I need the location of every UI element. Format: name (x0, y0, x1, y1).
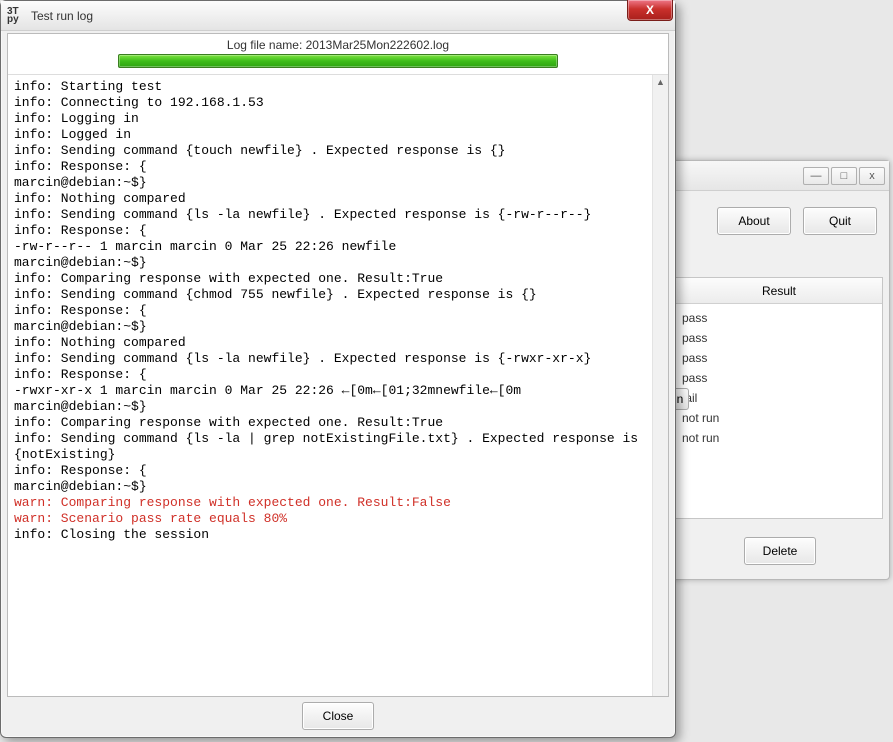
result-item[interactable]: pass (682, 308, 876, 328)
result-pane: Result passpasspasspassfailnot runnot ru… (675, 277, 883, 519)
result-item[interactable]: not run (682, 428, 876, 448)
log-line: marcin@debian:~$} (14, 255, 646, 271)
progress-bar-wrap (8, 54, 668, 74)
close-button[interactable]: Close (302, 702, 374, 730)
dialog-close-button[interactable]: X (627, 0, 673, 21)
log-line: info: Response: { (14, 223, 646, 239)
log-line: marcin@debian:~$} (14, 479, 646, 495)
dialog-titlebar[interactable]: 3T py Test run log X (1, 1, 675, 31)
log-line: marcin@debian:~$} (14, 399, 646, 415)
progress-bar (118, 54, 558, 68)
close-icon: X (646, 3, 654, 17)
scroll-up-arrow-icon[interactable]: ▲ (653, 75, 668, 91)
log-line: warn: Comparing response with expected o… (14, 495, 646, 511)
app-icon: 3T py (7, 8, 25, 24)
delete-button[interactable]: Delete (744, 537, 816, 565)
log-scroll-area: info: Starting testinfo: Connecting to 1… (8, 74, 668, 696)
dialog-footer: Close (1, 701, 675, 731)
dialog-title: Test run log (31, 9, 93, 23)
log-line: info: Nothing compared (14, 335, 646, 351)
maximize-button[interactable]: □ (831, 167, 857, 185)
log-line: info: Nothing compared (14, 191, 646, 207)
log-line: -rwxr-xr-x 1 marcin marcin 0 Mar 25 22:2… (14, 383, 646, 399)
result-item[interactable]: pass (682, 328, 876, 348)
close-icon: x (869, 170, 875, 182)
log-line: info: Response: { (14, 463, 646, 479)
log-line: warn: Scenario pass rate equals 80% (14, 511, 646, 527)
log-line: info: Connecting to 192.168.1.53 (14, 95, 646, 111)
log-line: info: Sending command {chmod 755 newfile… (14, 287, 646, 303)
minimize-button[interactable]: — (803, 167, 829, 185)
log-line: info: Sending command {ls -la | grep not… (14, 431, 646, 463)
result-item[interactable]: pass (682, 368, 876, 388)
test-run-log-dialog: 3T py Test run log X Log file name: 2013… (0, 0, 676, 738)
background-delete-bar: Delete (671, 537, 889, 565)
log-line: info: Logging in (14, 111, 646, 127)
log-line: marcin@debian:~$} (14, 175, 646, 191)
log-line: info: Comparing response with expected o… (14, 271, 646, 287)
minimize-icon: — (811, 170, 822, 182)
log-line: info: Sending command {ls -la newfile} .… (14, 351, 646, 367)
background-titlebar: — □ x (671, 161, 889, 191)
log-line: info: Starting test (14, 79, 646, 95)
log-text[interactable]: info: Starting testinfo: Connecting to 1… (8, 75, 652, 696)
maximize-icon: □ (841, 170, 848, 182)
log-line: info: Sending command {ls -la newfile} .… (14, 207, 646, 223)
log-line: marcin@debian:~$} (14, 319, 646, 335)
result-item[interactable]: pass (682, 348, 876, 368)
result-item[interactable]: not run (682, 408, 876, 428)
close-window-button[interactable]: x (859, 167, 885, 185)
log-line: info: Sending command {touch newfile} . … (14, 143, 646, 159)
log-line: info: Comparing response with expected o… (14, 415, 646, 431)
log-line: info: Response: { (14, 159, 646, 175)
log-line: -rw-r--r-- 1 marcin marcin 0 Mar 25 22:2… (14, 239, 646, 255)
log-line: info: Response: { (14, 303, 646, 319)
background-app-window: — □ x About Quit Result passpasspasspass… (670, 160, 890, 580)
dialog-body: Log file name: 2013Mar25Mon222602.log in… (7, 33, 669, 697)
quit-button[interactable]: Quit (803, 207, 877, 235)
log-line: info: Response: { (14, 367, 646, 383)
background-button-row: About Quit (671, 207, 889, 247)
result-item[interactable]: fail (682, 388, 876, 408)
result-list: passpasspasspassfailnot runnot run (676, 304, 882, 452)
log-line: info: Closing the session (14, 527, 646, 543)
result-column-header[interactable]: Result (676, 278, 882, 304)
log-file-name-label: Log file name: 2013Mar25Mon222602.log (8, 34, 668, 54)
vertical-scrollbar[interactable]: ▲ (652, 75, 668, 696)
log-line: info: Logged in (14, 127, 646, 143)
about-button[interactable]: About (717, 207, 791, 235)
